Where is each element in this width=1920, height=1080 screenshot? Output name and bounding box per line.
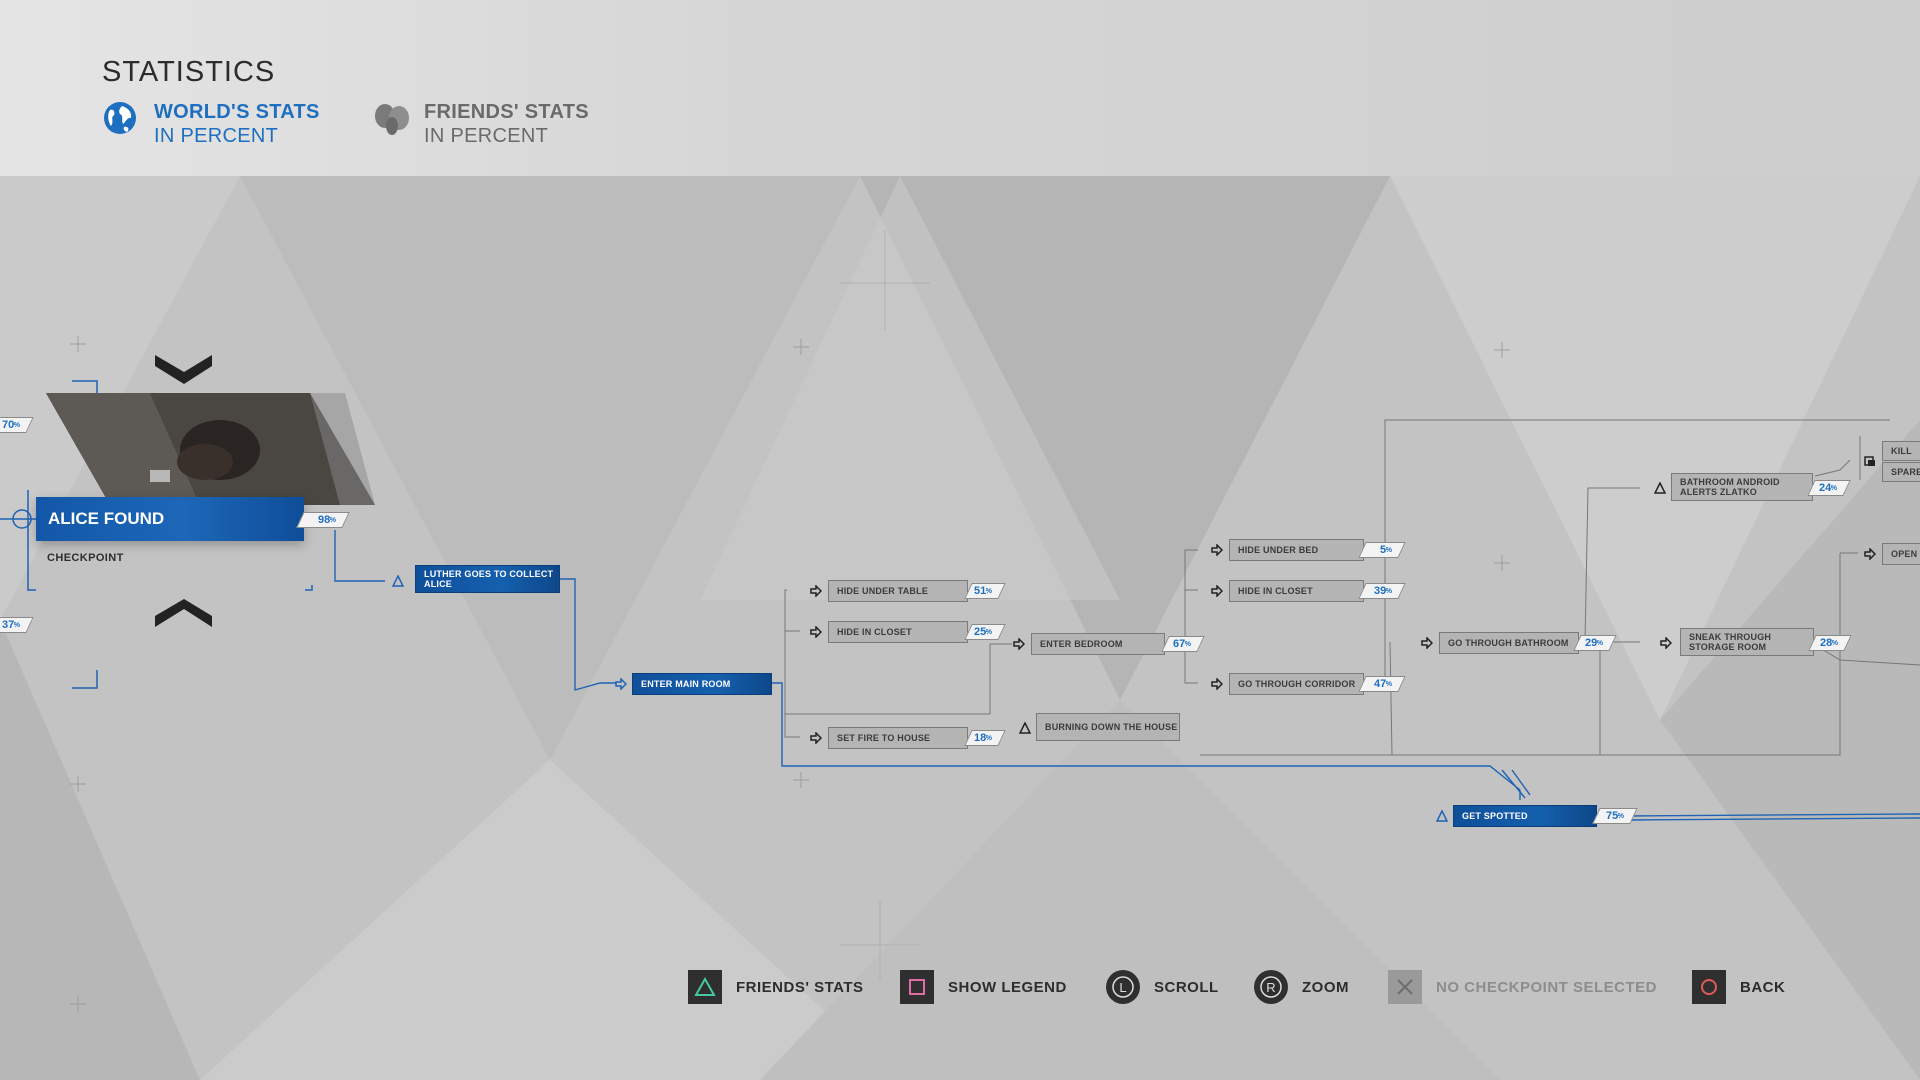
svg-text:L: L <box>1119 980 1126 995</box>
percent-hide-under-bed: 5% <box>1358 542 1406 558</box>
tab-friends-stats[interactable]: FRIENDS' STATS IN PERCENT <box>372 100 589 156</box>
percent-enter-bedroom: 67% <box>1161 636 1205 652</box>
percent-go-through-corridor: 47% <box>1358 676 1406 692</box>
arrow-marker-icon <box>810 732 822 744</box>
node-kill[interactable]: KILL <box>1882 441 1920 461</box>
choice-marker-icon <box>1864 456 1875 466</box>
arrow-marker-icon <box>810 585 822 597</box>
triangle-marker-icon <box>392 575 404 587</box>
arrow-marker-icon <box>810 626 822 638</box>
percent-hide-in-closet-2: 39% <box>1358 583 1406 599</box>
node-hide-under-bed[interactable]: HIDE UNDER BED <box>1229 539 1364 561</box>
node-bathroom-android-alerts-zlatko[interactable]: BATHROOM ANDROID ALERTS ZLATKO <box>1671 473 1813 501</box>
percent-go-through-bathroom: 29% <box>1573 635 1617 651</box>
checkpoint-thumbnail[interactable] <box>40 390 380 510</box>
node-enter-main-room[interactable]: ENTER MAIN ROOM <box>632 673 772 695</box>
cross-icon <box>1388 970 1422 1004</box>
node-hide-in-closet-2[interactable]: HIDE IN CLOSET <box>1229 580 1364 602</box>
node-enter-bedroom[interactable]: ENTER BEDROOM <box>1031 633 1165 655</box>
node-spare[interactable]: SPARE <box>1882 462 1920 482</box>
node-set-fire-to-house[interactable]: SET FIRE TO HOUSE <box>828 727 968 749</box>
node-go-through-corridor[interactable]: GO THROUGH CORRIDOR <box>1229 673 1364 695</box>
node-get-spotted[interactable]: GET SPOTTED <box>1453 805 1597 827</box>
friends-stats-label: FRIENDS' STATS <box>736 978 864 996</box>
arrow-marker-icon <box>1211 544 1223 556</box>
no-checkpoint-selected-button[interactable]: NO CHECKPOINT SELECTED <box>1388 966 1657 1008</box>
friends-icon <box>375 104 409 135</box>
back-label: BACK <box>1740 978 1786 996</box>
arrow-marker-icon <box>1211 585 1223 597</box>
arrow-marker-icon <box>615 678 627 690</box>
show-legend-button[interactable]: SHOW LEGEND <box>900 966 1067 1008</box>
back-button[interactable]: BACK <box>1692 966 1785 1008</box>
no-checkpoint-selected-label: NO CHECKPOINT SELECTED <box>1436 978 1658 996</box>
node-hide-in-closet[interactable]: HIDE IN CLOSET <box>828 621 968 643</box>
page-title: STATISTICS <box>102 56 276 88</box>
percent-bathroom-android-alerts-zlatko: 24% <box>1807 480 1851 496</box>
l-stick-icon: L <box>1106 970 1140 1004</box>
arrow-marker-icon <box>1421 637 1433 649</box>
node-sneak-through-storage-room[interactable]: SNEAK THROUGH STORAGE ROOM <box>1680 628 1814 656</box>
node-go-through-bathroom[interactable]: GO THROUGH BATHROOM <box>1439 632 1579 654</box>
triangle-marker-icon <box>1019 722 1031 734</box>
svg-text:R: R <box>1266 980 1275 995</box>
node-hide-under-table[interactable]: HIDE UNDER TABLE <box>828 580 968 602</box>
zoom-label: ZOOM <box>1302 978 1349 996</box>
checkpoint-title[interactable]: ALICE FOUND <box>36 497 304 541</box>
percent-get-spotted: 75% <box>1592 808 1638 824</box>
circle-icon <box>1692 970 1726 1004</box>
tab-friends-stats-label: FRIENDS' STATS <box>424 101 589 123</box>
node-burning-down-the-house[interactable]: BURNING DOWN THE HOUSE <box>1036 713 1180 741</box>
node-luther-goes-to-collect-alice[interactable]: LUTHER GOES TO COLLECT ALICE <box>415 565 560 593</box>
zoom-button[interactable]: R ZOOM <box>1254 966 1349 1008</box>
square-icon <box>900 970 934 1004</box>
tab-worlds-stats-label: WORLD'S STATS <box>154 101 320 123</box>
arrow-marker-icon <box>1864 548 1876 560</box>
r-stick-icon: R <box>1254 970 1288 1004</box>
show-legend-label: SHOW LEGEND <box>948 978 1067 996</box>
triangle-marker-icon <box>1654 482 1666 494</box>
tab-worlds-stats-sub: IN PERCENT <box>154 125 279 147</box>
percent-sneak-through-storage-room: 28% <box>1808 635 1852 651</box>
triangle-marker-icon <box>1436 810 1448 822</box>
checkpoint-percent: 98% <box>296 512 350 528</box>
scroll-button[interactable]: L SCROLL <box>1106 966 1219 1008</box>
arrow-marker-icon <box>1211 678 1223 690</box>
tab-worlds-stats[interactable]: WORLD'S STATS IN PERCENT <box>102 100 320 156</box>
tab-friends-stats-sub: IN PERCENT <box>424 125 549 147</box>
arrow-marker-icon <box>1013 638 1025 650</box>
node-open[interactable]: OPEN I <box>1882 543 1920 565</box>
arrow-marker-icon <box>1660 637 1672 649</box>
triangle-icon <box>688 970 722 1004</box>
scroll-label: SCROLL <box>1154 978 1219 996</box>
globe-icon <box>104 102 136 134</box>
friends-stats-button[interactable]: FRIENDS' STATS <box>688 966 864 1008</box>
checkpoint-subtitle: CHECKPOINT <box>47 552 124 564</box>
